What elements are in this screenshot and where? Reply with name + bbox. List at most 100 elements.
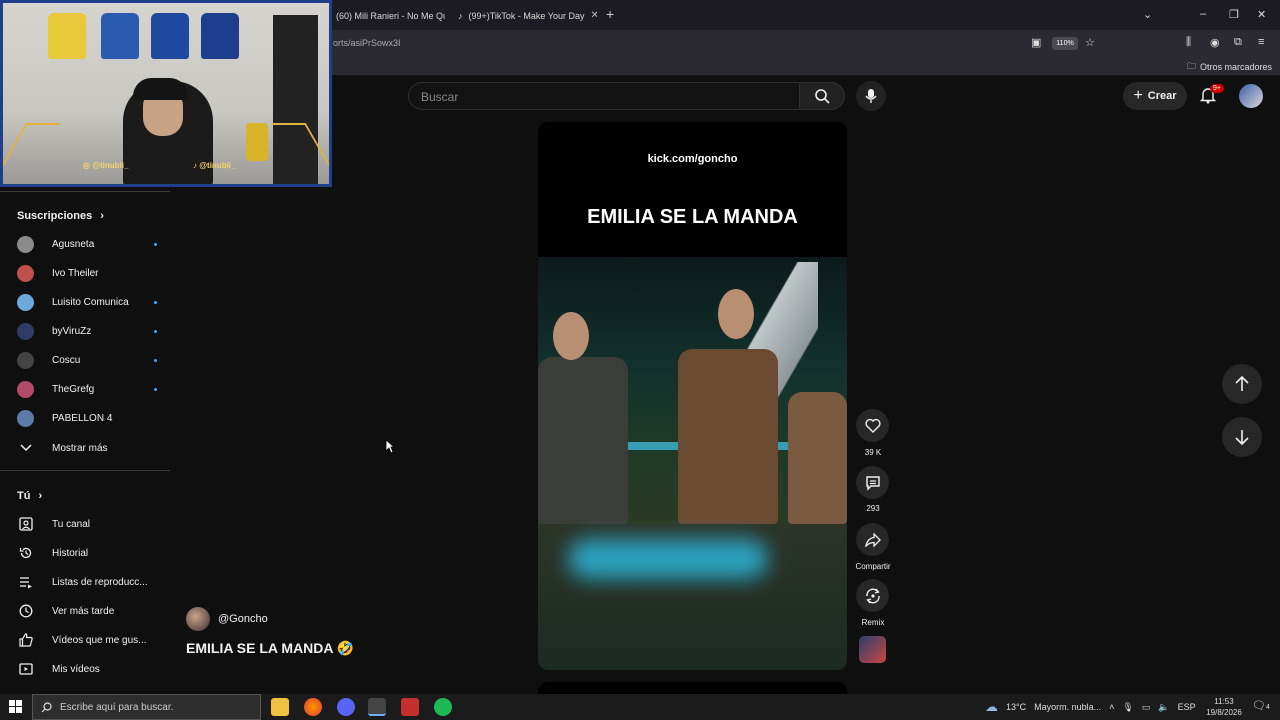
you-item[interactable]: Vídeos que me gus... xyxy=(17,630,157,650)
remix-button[interactable] xyxy=(856,579,889,612)
weather-description[interactable]: Mayorm. nubla... xyxy=(1034,702,1101,712)
minimize-button[interactable]: – xyxy=(1200,8,1206,20)
subscription-item[interactable]: TheGrefg xyxy=(17,379,157,399)
remix-label: Remix xyxy=(861,618,885,627)
subscription-item[interactable]: PABELLON 4 xyxy=(17,408,157,428)
next-short-button[interactable] xyxy=(1222,417,1262,457)
you-item[interactable]: Listas de reproducc... xyxy=(17,572,157,592)
firefox-icon[interactable] xyxy=(304,698,322,716)
subscription-item[interactable]: Coscu xyxy=(17,350,157,370)
clock[interactable]: 11:53 19/8/2026 xyxy=(1202,696,1246,718)
you-item-label: Mis vídeos xyxy=(52,663,100,675)
streamer-hair xyxy=(133,78,188,100)
remix-icon xyxy=(865,588,880,603)
jersey-image xyxy=(101,13,139,59)
spotify-icon[interactable] xyxy=(434,698,452,716)
bookmark-star-icon[interactable]: ☆ xyxy=(1085,36,1095,49)
share-label: Compartir xyxy=(855,562,891,571)
windows-start-button[interactable] xyxy=(9,700,22,718)
obs-icon[interactable] xyxy=(368,698,386,716)
you-header[interactable]: Tú › xyxy=(17,490,42,502)
discord-icon[interactable] xyxy=(337,698,355,716)
channel-avatar xyxy=(17,293,34,311)
microphone-icon[interactable]: 🎙 xyxy=(1122,702,1133,713)
reader-mode-icon[interactable]: ▣ xyxy=(1031,36,1041,49)
short-title: EMILIA SE LA MANDA 🤣 xyxy=(186,640,355,656)
jersey-image xyxy=(48,13,86,59)
close-tab-icon[interactable]: ✕ xyxy=(590,10,597,21)
comments-button[interactable] xyxy=(856,466,889,499)
notification-center-icon[interactable]: 🗨4 xyxy=(1252,699,1270,712)
library-icon[interactable]: ⫼ xyxy=(1186,36,1191,49)
instagram-handle: ◎ @tinubii_ xyxy=(83,161,129,170)
network-icon[interactable]: ▭ xyxy=(1142,702,1151,713)
user-avatar[interactable] xyxy=(1239,84,1263,108)
file-explorer-icon[interactable] xyxy=(271,698,289,716)
subscription-name: Agusneta xyxy=(52,238,95,250)
you-item[interactable]: Historial xyxy=(17,543,157,563)
channel-icon xyxy=(17,517,34,531)
close-window-button[interactable]: ✕ xyxy=(1257,8,1266,21)
search-input[interactable]: Buscar xyxy=(408,82,800,110)
subscription-name: byViruZz xyxy=(52,325,92,337)
windows-logo-icon xyxy=(9,700,22,713)
subscription-name: PABELLON 4 xyxy=(52,412,113,424)
share-button[interactable] xyxy=(856,523,889,556)
extensions-icon[interactable]: ⧉ xyxy=(1234,36,1242,49)
channel-avatar xyxy=(17,322,34,340)
volume-icon[interactable]: 🔈 xyxy=(1158,702,1169,713)
show-more-button[interactable]: Mostrar más xyxy=(17,438,157,458)
channel-avatar xyxy=(17,351,34,369)
tab-tiktok[interactable]: ♪ (99+)TikTok - Make Your Day ✕ xyxy=(452,3,597,28)
subscription-name: TheGrefg xyxy=(52,383,95,395)
person-center-head xyxy=(718,289,754,339)
voicemeeter-icon[interactable] xyxy=(401,698,419,716)
you-item[interactable]: Ver más tarde xyxy=(17,601,157,621)
account-icon[interactable]: ◉ xyxy=(1210,36,1220,49)
show-more-label: Mostrar más xyxy=(52,442,108,454)
like-button[interactable] xyxy=(856,409,889,442)
create-button[interactable]: + Crear xyxy=(1123,82,1187,110)
voice-search-button[interactable] xyxy=(856,81,886,111)
list-tabs-icon[interactable]: ⌄ xyxy=(1143,8,1152,21)
chevron-up-icon[interactable]: ˄ xyxy=(1109,702,1114,712)
tab-title: (60) Mili Ranieri - No Me Quie xyxy=(336,10,445,21)
language-indicator[interactable]: ESP xyxy=(1178,702,1196,712)
subscriptions-title: Suscripciones xyxy=(17,210,93,222)
new-tab-button[interactable]: + xyxy=(606,6,614,22)
person-right xyxy=(788,392,847,524)
menu-icon[interactable]: ≡ xyxy=(1258,36,1264,48)
next-short-preview[interactable] xyxy=(538,682,847,694)
short-video-player[interactable]: kick.com/goncho EMILIA SE LA MANDA xyxy=(538,122,847,670)
you-item-label: Vídeos que me gus... xyxy=(52,634,147,646)
you-item[interactable]: Tu canal xyxy=(17,514,157,534)
tab-youtube[interactable]: (60) Mili Ranieri - No Me Quie ✕ xyxy=(330,3,445,28)
subscription-name: Ivo Theiler xyxy=(52,267,99,279)
previous-short-button[interactable] xyxy=(1222,364,1262,404)
frame-decoration xyxy=(3,123,61,183)
sound-thumbnail[interactable] xyxy=(859,636,886,663)
clock-date: 19/8/2026 xyxy=(1206,708,1242,717)
other-bookmarks[interactable]: 🗀 Otros marcadores xyxy=(1187,59,1272,75)
you-item[interactable]: Mis vídeos xyxy=(17,659,157,679)
video-overlay-url: kick.com/goncho xyxy=(647,153,738,165)
subscription-item[interactable]: byViruZz xyxy=(17,321,157,341)
channel-name[interactable]: @Goncho xyxy=(218,613,268,625)
restore-button[interactable]: ❐ xyxy=(1229,8,1239,21)
blur-highlight xyxy=(568,539,768,579)
channel-avatar[interactable] xyxy=(186,607,210,631)
subscription-item[interactable]: Ivo Theiler xyxy=(17,263,157,283)
subscription-item[interactable]: Agusneta xyxy=(17,234,157,254)
chevron-down-icon xyxy=(17,444,34,452)
url-field[interactable]: orts/asiPrSowx3I xyxy=(333,38,401,48)
new-content-dot xyxy=(154,300,157,304)
zoom-indicator[interactable]: 110% xyxy=(1052,37,1078,50)
arrow-up-icon xyxy=(1235,376,1249,391)
person-center xyxy=(678,349,778,524)
webcam-overlay: ◎ @tinubii_ ♪ @tinubii_ xyxy=(0,0,332,187)
subscription-item[interactable]: Luisito Comunica xyxy=(17,292,157,312)
search-button[interactable] xyxy=(799,82,845,110)
weather-temperature[interactable]: 13°C xyxy=(1006,702,1026,712)
taskbar-search[interactable]: Escribe aquí para buscar. xyxy=(32,694,261,720)
subscriptions-header[interactable]: Suscripciones › xyxy=(17,210,104,222)
